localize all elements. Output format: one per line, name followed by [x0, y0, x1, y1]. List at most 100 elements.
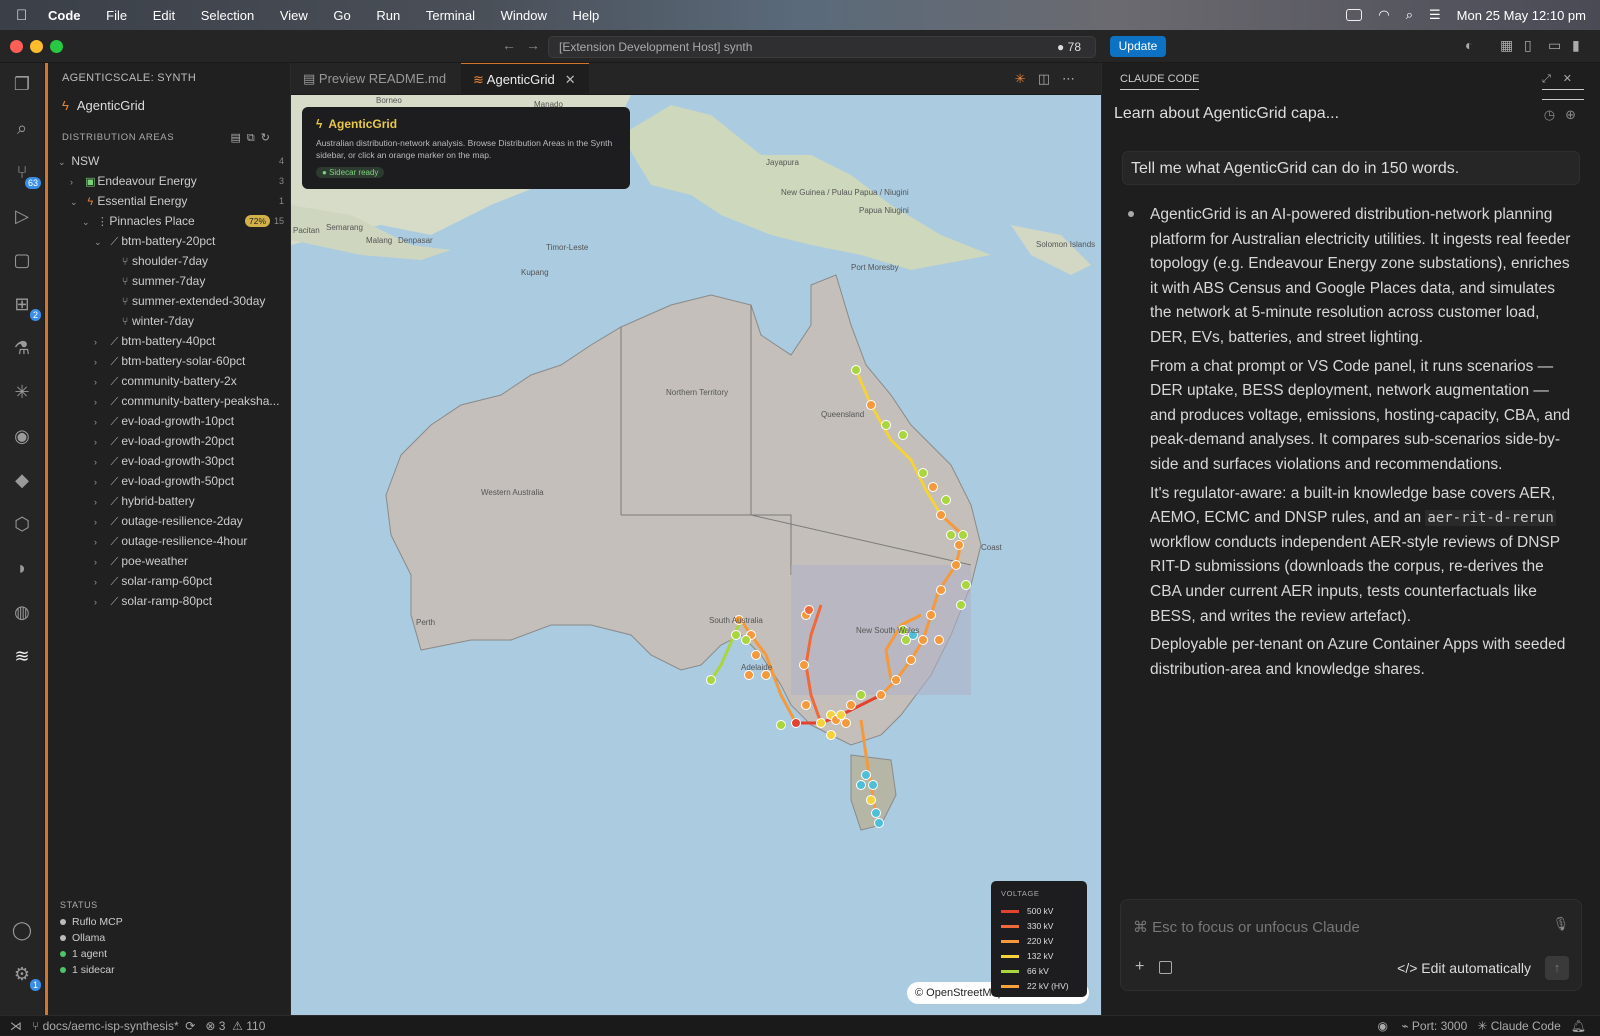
- session-title[interactable]: Learn about AgenticGrid capa...: [1114, 105, 1339, 122]
- tree-item-scenario[interactable]: › ⟋ solar-ramp-80pct: [48, 591, 290, 611]
- substation-marker[interactable]: [936, 510, 946, 520]
- update-button[interactable]: Update: [1110, 36, 1166, 57]
- explorer-icon[interactable]: ❐: [9, 71, 35, 97]
- sync-icon[interactable]: ⟳: [182, 1019, 202, 1033]
- substation-marker[interactable]: [856, 780, 866, 790]
- forward-arrow-icon[interactable]: →: [526, 37, 540, 53]
- substation-marker[interactable]: [926, 610, 936, 620]
- substation-marker[interactable]: [866, 400, 876, 410]
- new-chat-icon[interactable]: ⊕: [1565, 107, 1586, 122]
- port-status[interactable]: Port: 3000: [1412, 1019, 1467, 1033]
- back-arrow-icon[interactable]: ←: [502, 37, 516, 53]
- control-center-icon[interactable]: ☰: [1429, 7, 1441, 23]
- tree-item-essential[interactable]: ⌄ ϟ Essential Energy 1: [48, 191, 290, 211]
- substation-marker[interactable]: [846, 700, 856, 710]
- substation-marker[interactable]: [891, 675, 901, 685]
- tree-item-subscenario[interactable]: ⑂ summer-extended-30day: [48, 291, 290, 311]
- substation-marker[interactable]: [866, 795, 876, 805]
- command-center[interactable]: [Extension Development Host] synth ● 78: [548, 36, 1096, 58]
- toggle-sidebar-icon[interactable]: ▯: [1524, 37, 1532, 54]
- menu-selection[interactable]: Selection: [201, 8, 254, 23]
- toggle-panel-icon[interactable]: ▭: [1548, 37, 1561, 54]
- map-canvas[interactable]: Borneo Manado Jayapura New Guinea / Pula…: [291, 95, 1101, 1015]
- python-icon[interactable]: ◆: [9, 467, 35, 493]
- substation-marker[interactable]: [731, 630, 741, 640]
- git-branch[interactable]: docs/aemc-isp-synthesis*: [43, 1019, 179, 1033]
- history-icon[interactable]: ◷: [1544, 107, 1565, 122]
- tree-item-endeavour[interactable]: › ▣ Endeavour Energy 3: [48, 171, 290, 191]
- tree-item-scenario[interactable]: › ⟋ solar-ramp-60pct: [48, 571, 290, 591]
- error-count[interactable]: 3: [219, 1019, 226, 1033]
- add-attachment-icon[interactable]: +: [1135, 958, 1144, 976]
- testing-icon[interactable]: ⚗: [9, 335, 35, 361]
- close-panel-icon[interactable]: ✕: [1562, 73, 1584, 90]
- substation-marker[interactable]: [874, 818, 884, 828]
- copilot-status-icon[interactable]: ◉: [1377, 1019, 1397, 1033]
- substation-marker[interactable]: [706, 675, 716, 685]
- tree-item-scenario[interactable]: ⌄ ⟋ btm-battery-20pct: [48, 231, 290, 251]
- battery-icon[interactable]: [1346, 9, 1363, 21]
- edit-mode-toggle[interactable]: </> Edit automatically: [1397, 960, 1531, 976]
- microphone-icon[interactable]: 🎙: [1552, 916, 1569, 932]
- menu-app[interactable]: Code: [48, 8, 81, 23]
- search-icon[interactable]: ⌕: [9, 115, 35, 141]
- copilot-icon[interactable]: ◐: [1465, 37, 1473, 53]
- edge-icon[interactable]: ◍: [9, 599, 35, 625]
- tree-item-pinnacles[interactable]: ⌄ ⋮ Pinnacles Place 72% 15: [48, 211, 290, 231]
- substation-marker[interactable]: [881, 420, 891, 430]
- tree-item-subscenario[interactable]: ⑂ winter-7day: [48, 311, 290, 331]
- substation-marker[interactable]: [751, 650, 761, 660]
- slash-command-icon[interactable]: [1159, 961, 1172, 974]
- source-control-icon[interactable]: ⑂ 63: [9, 159, 41, 189]
- close-window-button[interactable]: [10, 40, 23, 53]
- tree-item-scenario[interactable]: › ⟋ community-battery-2x: [48, 371, 290, 391]
- layout-icon[interactable]: ▦: [1500, 37, 1513, 54]
- menu-edit[interactable]: Edit: [153, 8, 175, 23]
- substation-marker[interactable]: [836, 710, 846, 720]
- wifi-icon[interactable]: ◠: [1378, 7, 1389, 23]
- claude-icon[interactable]: ✳: [9, 379, 35, 405]
- substation-marker[interactable]: [868, 780, 878, 790]
- substation-marker[interactable]: [804, 605, 814, 615]
- menubar-datetime[interactable]: Mon 25 May 12:10 pm: [1457, 8, 1586, 23]
- tree-item-subscenario[interactable]: ⑂ shoulder-7day: [48, 251, 290, 271]
- remote-icon[interactable]: ⋊: [10, 1019, 22, 1033]
- substation-marker[interactable]: [928, 482, 938, 492]
- tree-item-scenario[interactable]: › ⟋ ev-load-growth-10pct: [48, 411, 290, 431]
- warnings-icon[interactable]: ⚠: [229, 1019, 243, 1033]
- menu-window[interactable]: Window: [501, 8, 547, 23]
- substation-marker[interactable]: [841, 718, 851, 728]
- zoom-window-button[interactable]: [50, 40, 63, 53]
- substation-marker[interactable]: [958, 530, 968, 540]
- more-actions-icon[interactable]: ⋯: [1062, 71, 1087, 86]
- close-tab-icon[interactable]: ✕: [565, 72, 576, 87]
- substation-marker[interactable]: [871, 808, 881, 818]
- substation-marker[interactable]: [816, 718, 826, 728]
- claude-status[interactable]: Claude Code: [1491, 1019, 1561, 1033]
- substation-marker[interactable]: [856, 690, 866, 700]
- tree-item-scenario[interactable]: › ⟋ btm-battery-solar-60pct: [48, 351, 290, 371]
- tree-item-scenario[interactable]: › ⟋ ev-load-growth-50pct: [48, 471, 290, 491]
- substation-marker[interactable]: [876, 690, 886, 700]
- claude-sparkle-icon[interactable]: ✳: [1015, 71, 1038, 86]
- maximize-icon[interactable]: ⤢: [1541, 73, 1563, 90]
- tab-agenticgrid[interactable]: ≋ AgenticGrid ✕: [461, 63, 589, 95]
- tree-item-subscenario[interactable]: ⑂ summer-7day: [48, 271, 290, 291]
- menu-file[interactable]: File: [106, 8, 127, 23]
- substation-marker[interactable]: [918, 635, 928, 645]
- substation-marker[interactable]: [861, 770, 871, 780]
- tree-item-scenario[interactable]: › ⟋ ev-load-growth-20pct: [48, 431, 290, 451]
- run-debug-icon[interactable]: ▷: [9, 203, 35, 229]
- tree-item-scenario[interactable]: › ⟋ hybrid-battery: [48, 491, 290, 511]
- chat-input[interactable]: ⌘ Esc to focus or unfocus Claude 🎙 + </>…: [1120, 899, 1582, 991]
- substation-marker[interactable]: [934, 635, 944, 645]
- substation-marker[interactable]: [826, 730, 836, 740]
- settings-gear-icon[interactable]: ⚙ 1: [9, 961, 41, 991]
- github-icon[interactable]: ◉: [9, 423, 35, 449]
- tree-item-scenario[interactable]: › ⟋ outage-resilience-2day: [48, 511, 290, 531]
- chat-input-placeholder[interactable]: ⌘ Esc to focus or unfocus Claude: [1133, 918, 1360, 936]
- substation-marker[interactable]: [791, 718, 801, 728]
- menu-help[interactable]: Help: [573, 8, 600, 23]
- section-tools[interactable]: ▤⧉↻: [231, 125, 276, 151]
- menu-go[interactable]: Go: [333, 8, 350, 23]
